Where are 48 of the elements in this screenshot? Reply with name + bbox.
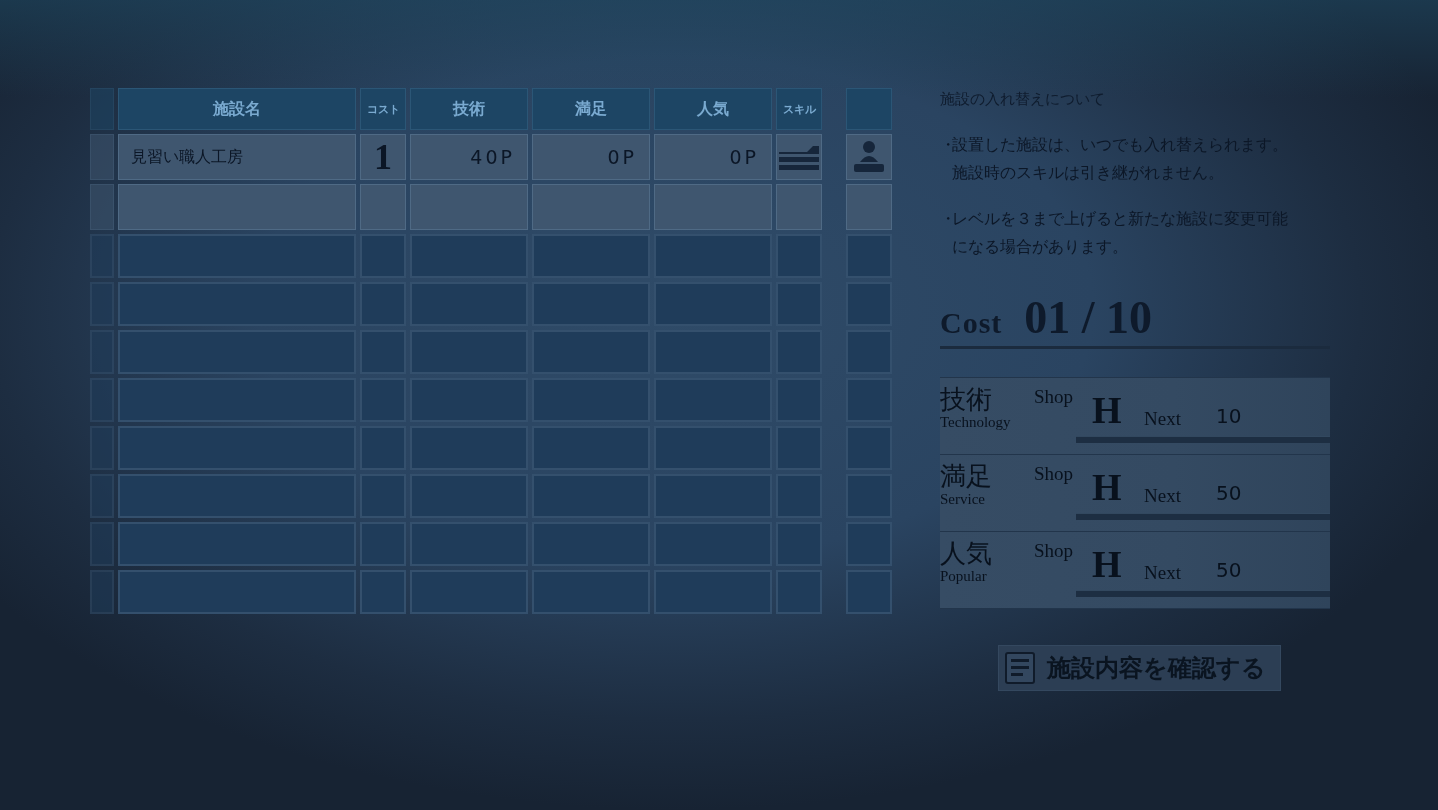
stat-label: 人気 [940, 540, 992, 568]
cost-label: Cost [940, 306, 1003, 340]
stat-label: 技術 [940, 386, 992, 414]
rank-letter: H [1092, 467, 1122, 507]
service-value: 0P [532, 134, 650, 180]
document-icon [1005, 652, 1035, 684]
technology-value: 40P [410, 134, 528, 180]
shop-label: Shop [1034, 386, 1074, 408]
table-cell [360, 184, 406, 230]
table-cell [846, 184, 892, 230]
stat-label: 満足 [940, 463, 992, 491]
figure-icon [852, 140, 886, 174]
column-header: 人気 [654, 88, 772, 130]
table-cell [776, 184, 822, 230]
rank-letter: H [1092, 390, 1122, 430]
column-header: 満足 [532, 88, 650, 130]
cost-value: 1 [360, 134, 406, 180]
table-cell [90, 134, 114, 180]
column-header: コスト [360, 88, 406, 130]
column-header: スキル [776, 88, 822, 130]
popularity-value: 0P [654, 134, 772, 180]
table-cell [776, 570, 822, 614]
shop-label: Shop [1034, 540, 1074, 562]
next-value: 50 [1216, 481, 1242, 505]
bullet-marker: ・ [940, 134, 952, 156]
stat-sublabel: Technology [940, 414, 1011, 430]
stat-sublabel: Service [940, 491, 985, 507]
column-header: 施設名 [118, 88, 356, 130]
table-cell [90, 426, 114, 470]
shop-label: Shop [1034, 463, 1074, 485]
next-label: Next [1144, 562, 1181, 584]
bullet-marker: ・ [940, 208, 952, 230]
column-header: 技術 [410, 88, 528, 130]
next-value: 50 [1216, 558, 1242, 582]
next-label: Next [1144, 408, 1181, 430]
stat-sublabel: Popular [940, 568, 987, 584]
table-cell [90, 522, 114, 566]
next-label: Next [1144, 485, 1181, 507]
table-cell [360, 570, 406, 614]
facility-name: 見習い職人工房 [118, 134, 356, 180]
table-cell [90, 570, 114, 614]
table-cell [846, 570, 892, 614]
table-cell [90, 184, 114, 230]
next-value: 10 [1216, 404, 1242, 428]
table-cell [90, 474, 114, 518]
table-cell [90, 88, 114, 130]
rank-letter: H [1092, 544, 1122, 584]
table-cell [360, 522, 406, 566]
